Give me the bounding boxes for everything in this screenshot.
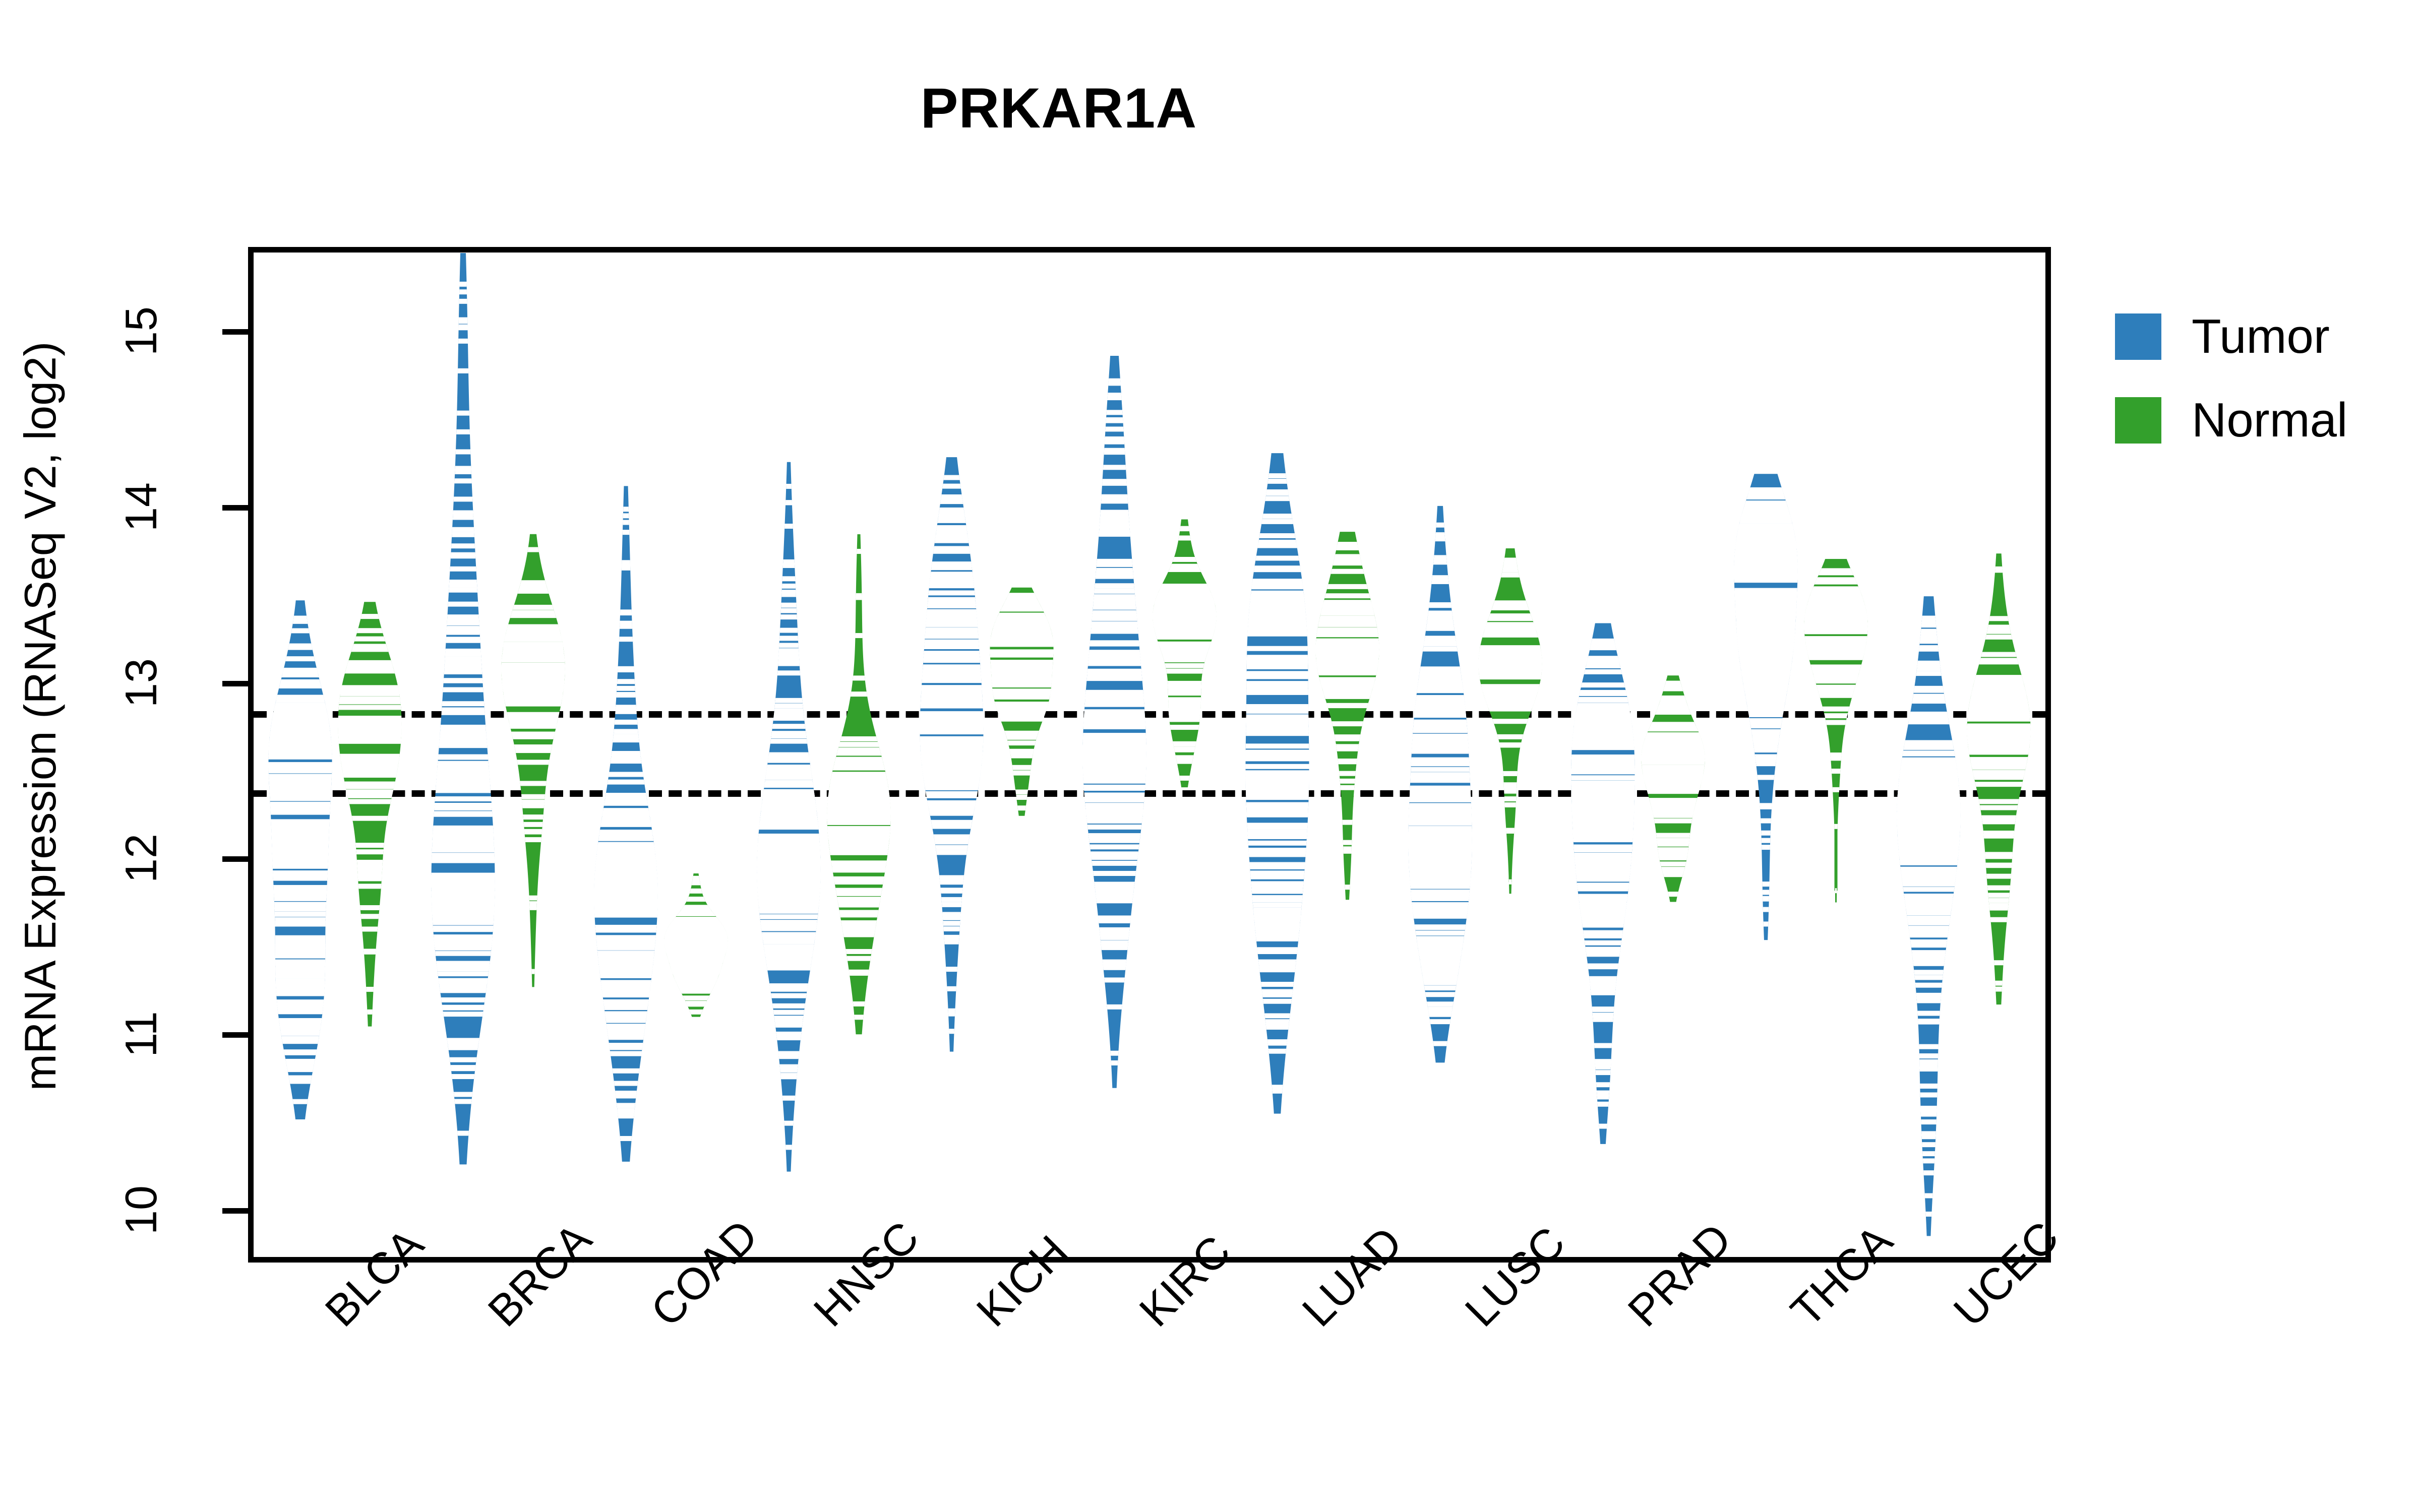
legend-item-tumor[interactable]: Tumor [2115, 312, 2347, 361]
plot-area [222, 247, 2051, 1263]
y-tick-label-14: 14 [116, 482, 166, 532]
legend-swatch-tumor [2115, 313, 2161, 360]
page-title: PRKAR1A [920, 77, 1197, 140]
y-tick-mark-10 [222, 1208, 254, 1214]
y-tick-mark-12 [222, 856, 254, 862]
legend-label-tumor: Tumor [2192, 309, 2330, 363]
legend-swatch-normal [2115, 397, 2161, 444]
bean-ucec-normal[interactable] [1917, 253, 2045, 1257]
y-tick-label-12: 12 [116, 834, 166, 884]
y-tick-label-13: 13 [116, 658, 166, 708]
plot-inner [254, 253, 2045, 1257]
y-tick-mark-15 [222, 329, 254, 335]
y-tick-mark-14 [222, 505, 254, 511]
y-axis-title: mRNA Expression (RNASeq V2, log2) [15, 341, 65, 1091]
y-tick-mark-13 [222, 680, 254, 686]
legend: Tumor Normal [2115, 312, 2347, 480]
y-tick-label-11: 11 [116, 1011, 166, 1057]
y-tick-label-10: 10 [116, 1185, 166, 1235]
legend-label-normal: Normal [2192, 393, 2348, 447]
chart-canvas: PRKAR1A mRNA Expression (RNASeq V2, log2… [0, 0, 2420, 1512]
y-tick-label-15: 15 [116, 306, 166, 356]
y-tick-mark-11 [222, 1032, 254, 1038]
legend-item-normal[interactable]: Normal [2115, 396, 2347, 445]
